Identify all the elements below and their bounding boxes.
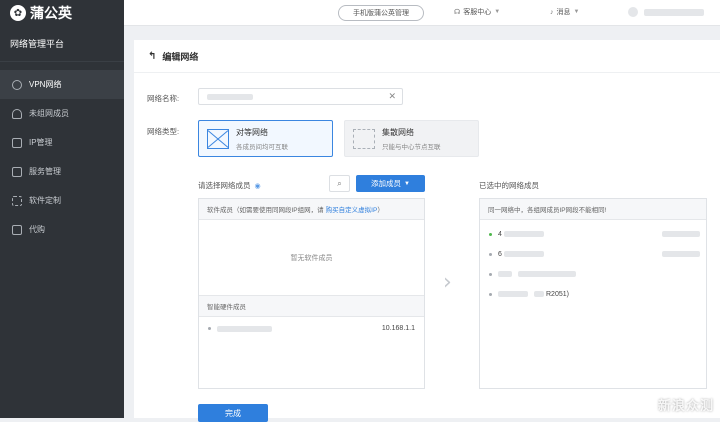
status-dot (489, 292, 492, 296)
software-header-text: 软件成员（如需要使用同网段IP组网，请 (207, 207, 324, 214)
member-name-redacted (498, 291, 528, 297)
sidebar-nav: VPN网络 未组网成员 IP管理 服务管理 软件定制 代购 (0, 70, 124, 244)
buy-virtual-ip-link[interactable]: 购买自定义虚拟IP (326, 204, 378, 214)
avatar (628, 7, 638, 17)
help-center-label: 客服中心 (463, 9, 492, 16)
eye-icon[interactable]: ◉ (255, 182, 261, 190)
type-desc: 只能与中心节点互联 (382, 143, 441, 151)
caret-down-icon: ▼ (404, 180, 410, 187)
username-redacted (644, 8, 704, 16)
list-item[interactable] (480, 264, 706, 284)
search-button[interactable]: ⌕ (329, 175, 350, 192)
software-empty-state: 暂无软件成员 (199, 220, 424, 296)
peer-network-icon (207, 128, 229, 149)
messages-label: 消息 (556, 9, 571, 16)
selected-members-title: 已选中的网络成员 (479, 181, 539, 190)
status-dot (489, 252, 492, 256)
list-item[interactable]: 10.168.1.1 (199, 317, 424, 340)
type-title: 集散网络 (382, 127, 414, 137)
edit-network-panel: ↰ 编辑网络 网络名称: ✕ 网络类型: 对等网络 各成员间均可互联 集散网络 … (134, 40, 720, 422)
member-ip-redacted (662, 231, 700, 237)
caret-down-icon: ▼ (573, 9, 580, 15)
sidebar-item-label: 未组网成员 (29, 109, 69, 118)
status-dot (208, 327, 211, 330)
sidebar-item-label: 代购 (29, 225, 45, 234)
sidebar-item-vpn[interactable]: VPN网络 (0, 70, 124, 99)
member-name-redacted (498, 271, 512, 277)
type-card-peer[interactable]: 对等网络 各成员间均可互联 (198, 120, 333, 157)
member-name-redacted (518, 271, 576, 277)
member-name: 6 (498, 250, 502, 258)
sidebar-item-unnetworked[interactable]: 未组网成员 (0, 99, 124, 128)
page-title: 编辑网络 (162, 51, 199, 62)
type-card-hub[interactable]: 集散网络 只能与中心节点互联 (344, 120, 479, 157)
member-name-redacted (534, 291, 544, 297)
sidebar-item-label: VPN网络 (29, 80, 62, 89)
user-menu[interactable] (628, 7, 704, 17)
panel-header: ↰ 编辑网络 (134, 40, 720, 73)
brand-name: 蒲公英 (30, 5, 72, 21)
list-item[interactable]: R2051) (480, 284, 706, 304)
member-name-redacted (503, 231, 544, 237)
hub-network-icon (353, 128, 375, 149)
link-icon (12, 79, 22, 90)
member-source-box: 软件成员（如需要使用同网段IP组网，请 购买自定义虚拟IP ） 暂无软件成员 智… (198, 198, 425, 389)
type-desc: 各成员间均可互联 (236, 143, 288, 151)
cart-icon (12, 224, 22, 235)
caret-down-icon: ▼ (494, 9, 501, 15)
device-ip: 10.168.1.1 (381, 325, 415, 332)
select-members-title: 请选择网络成员 ◉ (198, 180, 261, 191)
mobile-manage-button[interactable]: 手机版蒲公英管理 (338, 5, 424, 21)
user-icon (12, 108, 22, 119)
sidebar-item-label: IP管理 (29, 138, 53, 147)
headset-icon: ☊ (454, 9, 461, 16)
hardware-members-header: 智能硬件成员 (199, 296, 424, 317)
sidebar-item-purchase[interactable]: 代购 (0, 215, 124, 244)
ip-icon (12, 137, 22, 148)
brand-logo[interactable]: ✿ 蒲公英 (0, 0, 124, 26)
topbar: 手机版蒲公英管理 ☊ 客服中心 ▼ ♪ 消息 ▼ (124, 0, 720, 26)
add-member-button[interactable]: 添加成员 ▼ (356, 175, 425, 192)
online-dot (489, 232, 492, 236)
clear-icon[interactable]: ✕ (388, 91, 396, 102)
network-type-label: 网络类型: (147, 127, 180, 136)
member-name-redacted (503, 251, 544, 257)
sidebar-item-ip[interactable]: IP管理 (0, 128, 124, 157)
chevron-right-icon: › (443, 270, 452, 295)
software-members-header: 软件成员（如需要使用同网段IP组网，请 购买自定义虚拟IP ） (199, 199, 424, 220)
select-members-label: 请选择网络成员 (198, 181, 251, 190)
sidebar-item-service[interactable]: 服务管理 (0, 157, 124, 186)
type-title: 对等网络 (236, 127, 268, 137)
service-icon (12, 166, 22, 177)
sidebar-item-label: 软件定制 (29, 196, 61, 205)
dandelion-logo-icon: ✿ (10, 5, 26, 21)
status-dot (489, 272, 492, 276)
watermark: 新浪众测 (657, 398, 714, 413)
network-name-value-redacted (207, 94, 253, 100)
software-header-end: ） (377, 207, 384, 214)
messages-menu[interactable]: ♪ 消息 ▼ (550, 7, 579, 17)
member-ip-redacted (662, 251, 700, 257)
sidebar: ✿ 蒲公英 网络管理平台 VPN网络 未组网成员 IP管理 服务管理 软件定制 … (0, 0, 124, 418)
network-name-input[interactable]: ✕ (198, 88, 403, 105)
platform-title: 网络管理平台 (0, 26, 124, 62)
member-name: 4 (498, 230, 502, 238)
grid-icon (12, 195, 22, 206)
bell-icon: ♪ (550, 8, 554, 16)
network-name-label: 网络名称: (147, 94, 180, 103)
list-item[interactable]: 6 (480, 244, 706, 264)
selected-members-box: 同一网络中，各组网成员IP网段不能相同! 4 6 R2051) (479, 198, 707, 389)
sidebar-item-custom[interactable]: 软件定制 (0, 186, 124, 215)
help-center-menu[interactable]: ☊ 客服中心 ▼ (454, 7, 500, 17)
selected-note: 同一网络中，各组网成员IP网段不能相同! (480, 199, 706, 220)
list-item[interactable]: 4 (480, 224, 706, 244)
done-button[interactable]: 完成 (198, 404, 268, 422)
add-member-label: 添加成员 (371, 179, 402, 188)
back-arrow-icon[interactable]: ↰ (148, 51, 156, 62)
sidebar-item-label: 服务管理 (29, 167, 61, 176)
member-model: R2051) (546, 290, 569, 298)
search-icon: ⌕ (337, 178, 342, 188)
device-name-redacted (217, 325, 272, 332)
